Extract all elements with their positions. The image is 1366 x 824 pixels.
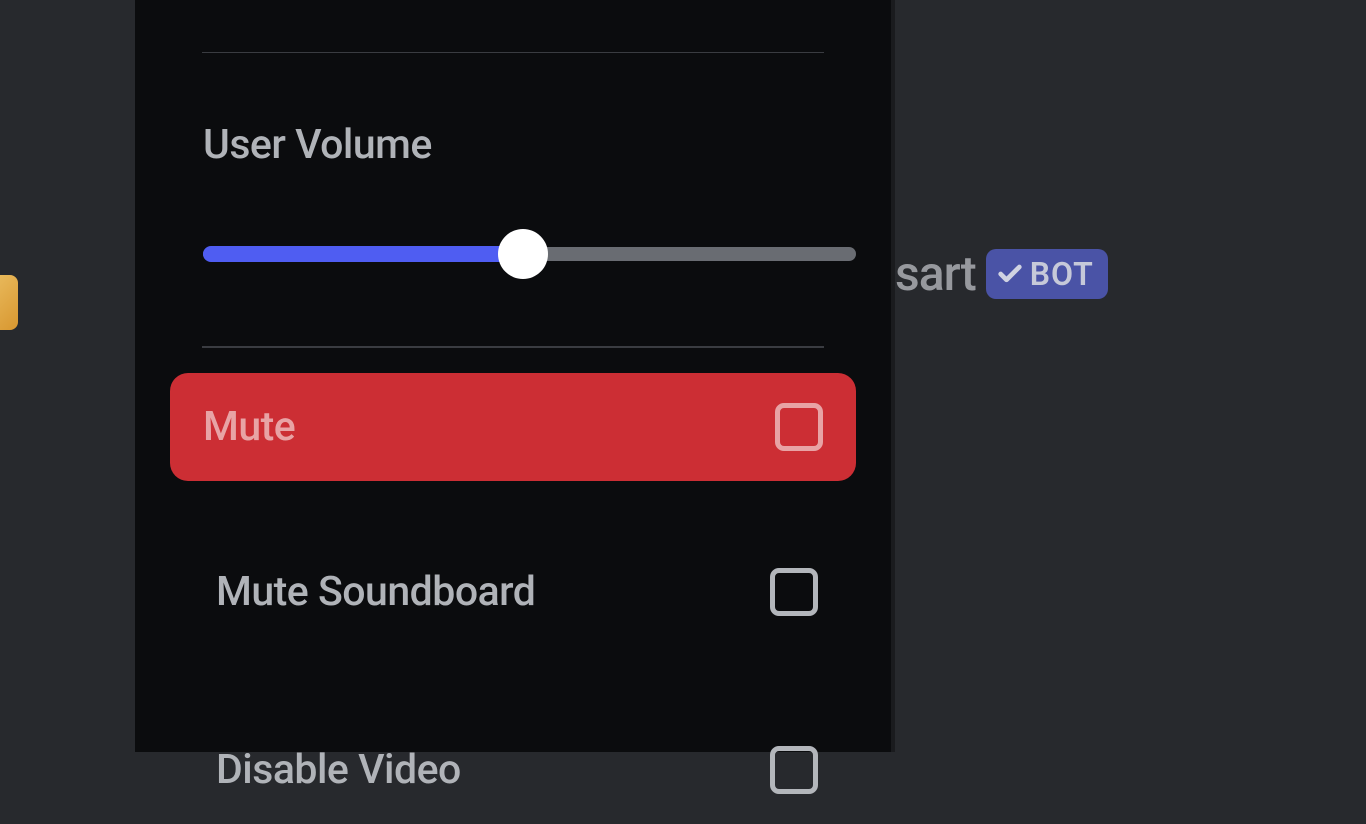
bot-badge: BOT [986,249,1108,299]
mute-soundboard-checkbox[interactable] [770,568,818,616]
disable-video-checkbox[interactable] [770,746,818,794]
user-volume-section: User Volume [170,121,856,276]
bot-badge-text: BOT [1030,255,1094,293]
disable-video-menu-item[interactable]: Disable Video [170,716,856,824]
user-volume-label: User Volume [203,121,856,169]
slider-thumb[interactable] [498,229,548,279]
user-context-menu: User Volume Mute Mute Soundboard Disable… [135,0,895,752]
mute-soundboard-menu-item[interactable]: Mute Soundboard [170,538,856,646]
left-edge-decoration [0,275,18,330]
username-partial: sart [895,245,976,302]
mute-soundboard-label: Mute Soundboard [216,568,535,616]
menu-divider [202,52,824,53]
disable-video-label: Disable Video [216,746,461,794]
background-user-row: sart BOT [895,245,1108,302]
verified-check-icon [996,260,1024,288]
slider-fill [203,246,523,262]
mute-menu-item[interactable]: Mute [170,373,856,481]
menu-divider [202,346,824,348]
user-volume-slider[interactable] [203,231,856,276]
mute-label: Mute [203,403,295,451]
mute-checkbox[interactable] [775,403,823,451]
